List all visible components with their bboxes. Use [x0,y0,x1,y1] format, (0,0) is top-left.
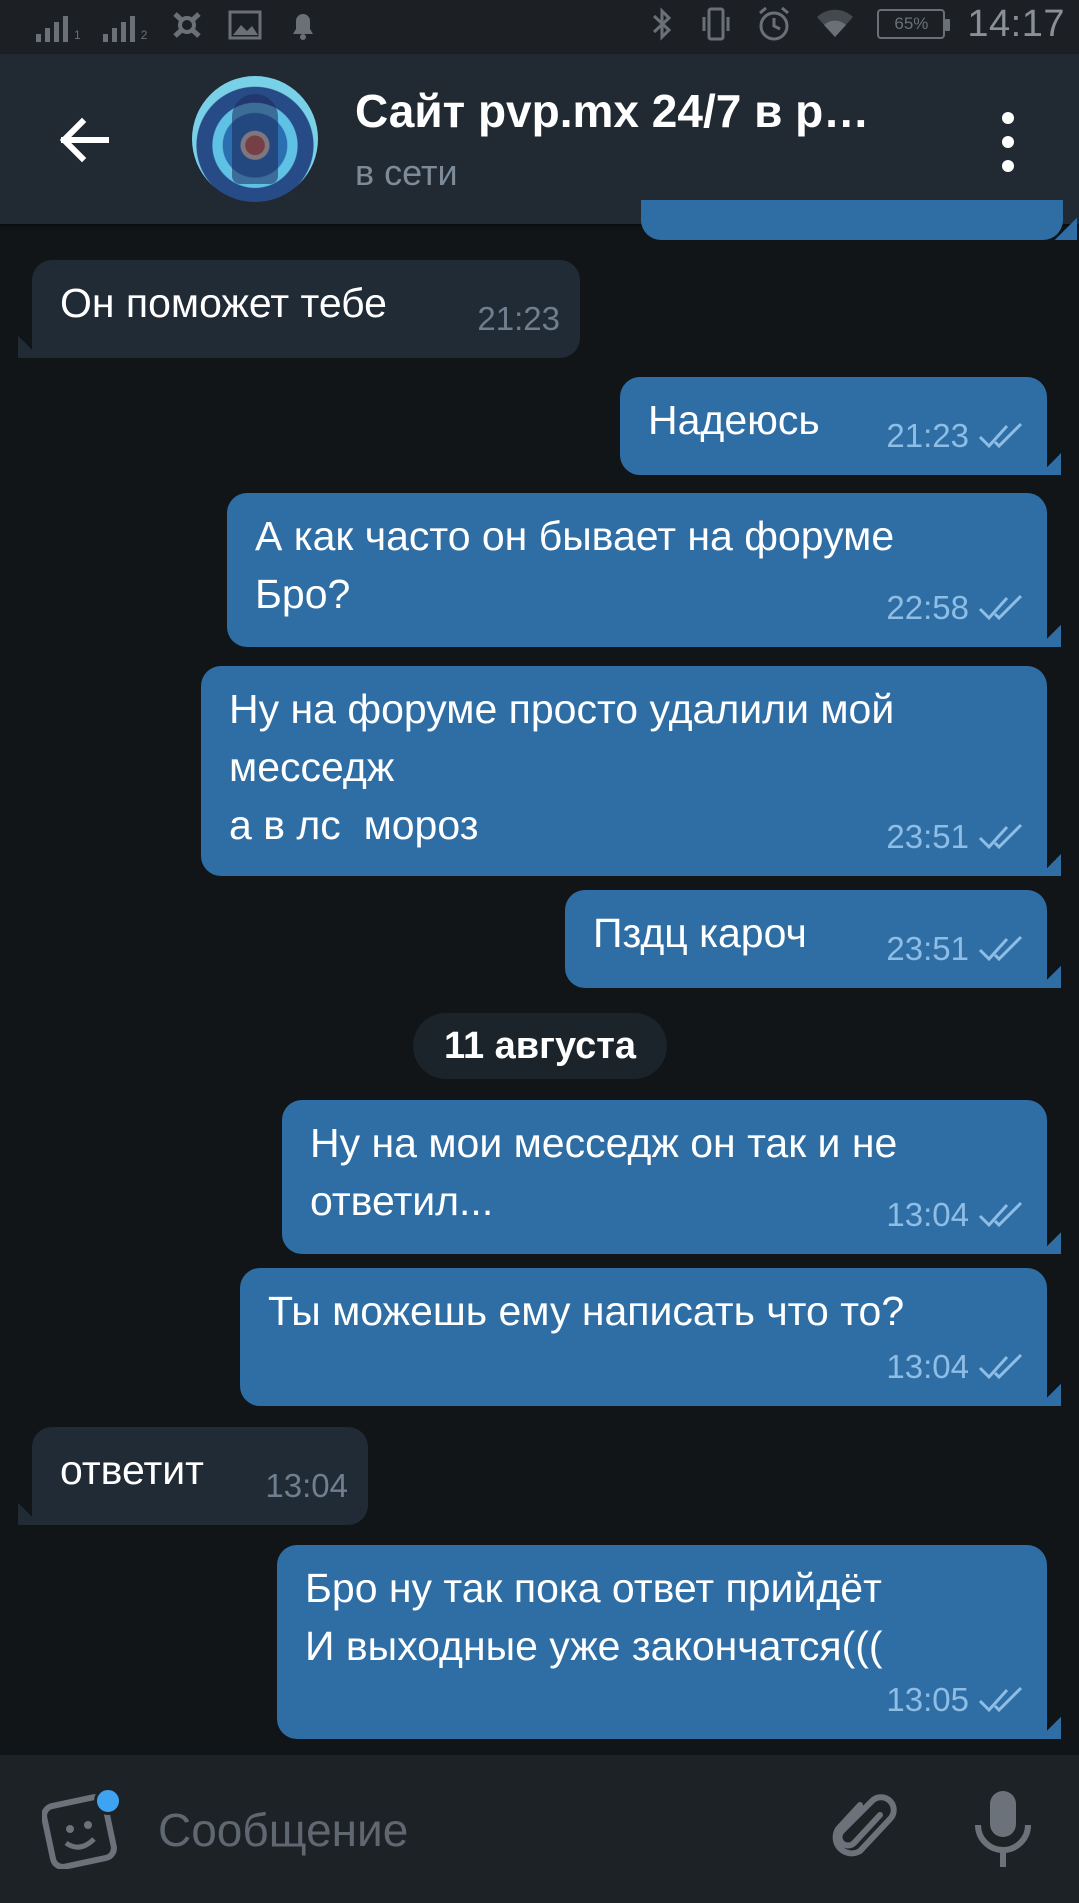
notification-dot [94,1787,122,1815]
wifi-icon [817,9,854,37]
message-text: Бро ну так пока ответ прийдёт И выходные… [305,1565,883,1669]
status-bar: 1 2 65% 14:17 [0,0,1079,54]
read-ticks-icon [978,823,1023,850]
message-time: 13:04 [265,1467,348,1504]
mic-icon[interactable] [972,1787,1034,1871]
avatar[interactable] [192,76,318,202]
message-bubble[interactable]: Бро ну так пока ответ прийдёт И выходные… [277,1545,1047,1739]
message-input[interactable] [158,1795,778,1865]
message-bubble[interactable]: Ну на мои месседж он так и не ответил...… [282,1100,1047,1254]
alarm-icon [759,6,790,41]
message-bubble[interactable]: Ты можешь ему написать что то? 13:04 [240,1268,1047,1406]
message-time: 13:04 [886,1348,969,1385]
message-time: 23:51 [886,818,969,855]
read-ticks-icon [978,1686,1023,1713]
message-bubble[interactable]: ответит 13:04 [32,1427,368,1525]
attach-icon[interactable] [830,1793,900,1865]
message-time: 22:58 [886,589,969,626]
signal-sim2-icon: 2 [102,12,147,42]
message-bubble[interactable]: Пздц кароч 23:51 [565,890,1047,988]
message-time: 13:05 [886,1681,969,1718]
message-time: 23:51 [886,930,969,967]
read-ticks-icon [978,1201,1023,1228]
read-ticks-icon [978,1353,1023,1380]
message-time: 21:23 [477,300,560,337]
signal-sim1-icon: 1 [36,12,81,42]
bluetooth-icon [653,7,672,41]
chat-title[interactable]: Сайт pvp.mx 24/7 в р… [355,84,955,138]
message-composer [0,1755,1079,1903]
message-bubble-partial [641,200,1063,240]
message-text: Ты можешь ему написать что то? [268,1288,905,1334]
app-notification-icon [173,12,202,38]
message-time: 21:23 [886,417,969,454]
clock: 14:17 [967,2,1065,45]
chat-header: Сайт pvp.mx 24/7 в р… в сети [0,54,1079,224]
message-bubble[interactable]: А как часто он бывает на форуме Бро? 22:… [227,493,1047,647]
message-bubble[interactable]: Надеюсь 21:23 [620,377,1047,475]
message-time: 13:04 [886,1196,969,1233]
more-vert-icon[interactable] [990,112,1026,172]
online-status: в сети [355,152,458,193]
read-ticks-icon [978,594,1023,621]
read-ticks-icon [978,422,1023,449]
bell-icon [293,14,314,40]
date-separator: 11 августа [413,1013,667,1079]
vibrate-icon [702,7,730,41]
battery-indicator: 65% [877,9,951,39]
message-bubble[interactable]: Ну на форуме просто удалили мой месседж … [201,666,1047,876]
read-ticks-icon [978,935,1023,962]
message-bubble[interactable]: Он поможет тебе 21:23 [32,260,580,358]
back-arrow-icon[interactable] [54,110,114,170]
gallery-icon [228,10,262,40]
